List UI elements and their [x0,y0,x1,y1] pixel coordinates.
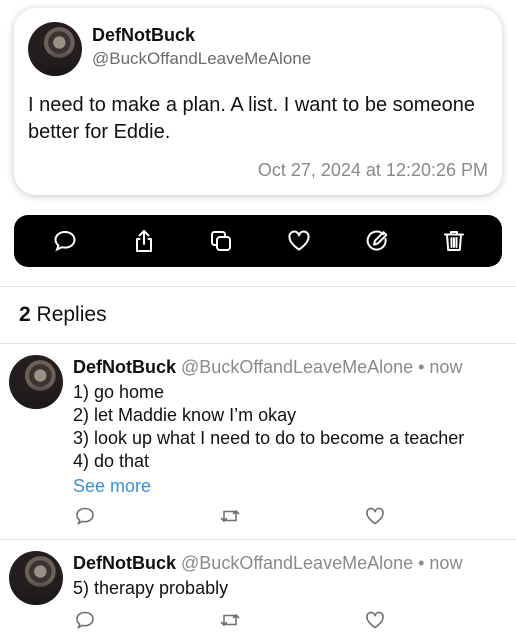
reply-author-name[interactable]: DefNotBuck [73,357,176,377]
reply-text: 5) therapy probably [73,577,228,600]
reply-repost-icon[interactable] [219,609,241,631]
reply-line: 2) let Maddie know I’m okay [73,405,297,425]
post-card: DefNotBuck @BuckOffandLeaveMeAlone I nee… [14,8,502,195]
reply-line: 1) go home [73,382,165,402]
comment-icon[interactable] [51,227,79,255]
share-icon[interactable] [130,227,158,255]
see-more-link[interactable]: See more [73,476,151,497]
reply-text: 1) go home 2) let Maddie know I’m okay 3… [73,381,464,473]
reply-item[interactable]: DefNotBuck @BuckOffandLeaveMeAlone • now… [0,343,516,539]
reply-header: DefNotBuck @BuckOffandLeaveMeAlone • now [73,357,462,378]
author-name[interactable]: DefNotBuck [92,25,195,46]
replies-count: 2 [19,303,31,326]
reply-item[interactable]: DefNotBuck @BuckOffandLeaveMeAlone • now… [0,539,516,640]
reply-comment-icon[interactable] [74,505,96,527]
reply-author-name[interactable]: DefNotBuck [73,553,176,573]
divider [0,286,516,287]
reply-meta: @BuckOffandLeaveMeAlone • now [181,553,463,573]
avatar[interactable] [9,551,63,605]
action-bar [14,215,502,267]
avatar[interactable] [9,355,63,409]
heart-icon[interactable] [285,227,313,255]
reply-repost-icon[interactable] [219,505,241,527]
post-text: I need to make a plan. A list. I want to… [28,94,475,143]
reply-heart-icon[interactable] [364,505,386,527]
avatar[interactable] [28,22,82,76]
edit-icon[interactable] [363,227,391,255]
trash-icon[interactable] [440,227,468,255]
post-timestamp: Oct 27, 2024 at 12:20:26 PM [257,160,488,180]
author-handle[interactable]: @BuckOffandLeaveMeAlone [92,49,311,69]
replies-header: 2 Replies [19,303,107,327]
reply-heart-icon[interactable] [364,609,386,631]
reply-line: 3) look up what I need to do to become a… [73,428,465,448]
reply-line: 4) do that [73,451,150,471]
reply-comment-icon[interactable] [74,609,96,631]
reply-meta: @BuckOffandLeaveMeAlone • now [181,357,463,377]
reply-line: 5) therapy probably [73,578,229,598]
reply-header: DefNotBuck @BuckOffandLeaveMeAlone • now [73,553,462,574]
copy-icon[interactable] [207,227,235,255]
replies-label: Replies [36,303,107,326]
